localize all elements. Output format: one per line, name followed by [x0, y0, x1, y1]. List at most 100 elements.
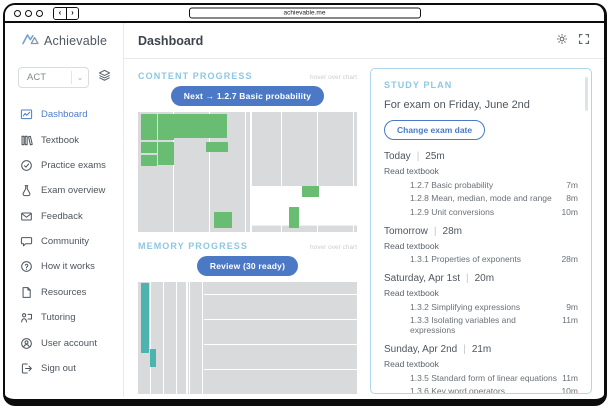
task-row[interactable]: 1.2.7 Basic probability7m — [384, 180, 578, 190]
treemap-cell[interactable] — [150, 349, 156, 367]
day-activity: Read textbook — [384, 241, 578, 251]
day-duration: 25m — [425, 151, 444, 162]
check-circle-icon — [20, 159, 33, 172]
window-control-icon[interactable] — [36, 10, 43, 17]
day-label: Sunday, Apr 2nd — [384, 344, 457, 355]
exam-date-text: For exam on Friday, June 2nd — [384, 99, 578, 111]
next-lesson-button[interactable]: Next → 1.2.7 Basic probability — [171, 86, 324, 106]
day-header: Today|25m — [384, 151, 578, 162]
sidebar: Achievable ACT ⌄ Dashboard Textbook Practi… — [5, 23, 124, 397]
browser-chrome: ‹ › achievable.me — [5, 5, 604, 23]
page-title: Dashboard — [138, 34, 203, 48]
sidebar-item-how-it-works[interactable]: How it works — [5, 254, 123, 279]
treemap-cell[interactable] — [289, 207, 299, 228]
task-row[interactable]: 1.3.5 Standard form of linear equations1… — [384, 373, 578, 383]
back-icon[interactable]: ‹ — [54, 8, 66, 19]
treemap-cell[interactable] — [141, 283, 149, 353]
task-name: 1.3.6 Key word operators — [410, 386, 505, 394]
memory-progress-hint: hover over chart — [310, 244, 357, 251]
memory-progress-treemap[interactable] — [138, 282, 357, 394]
sidebar-item-community[interactable]: Community — [5, 229, 123, 254]
sidebar-item-resources[interactable]: Resources — [5, 280, 123, 305]
sidebar-item-label: Textbook — [41, 135, 79, 146]
memory-progress-title: MEMORY PROGRESS — [138, 241, 248, 251]
day-duration: 21m — [472, 344, 491, 355]
task-time: 10m — [561, 386, 578, 394]
task-time: 10m — [561, 207, 578, 217]
books-icon — [20, 134, 33, 147]
url-bar[interactable]: achievable.me — [189, 8, 421, 19]
treemap-cell[interactable] — [158, 142, 174, 165]
treemap-cell[interactable] — [302, 186, 319, 197]
treemap-cell[interactable] — [158, 114, 174, 140]
task-name: 1.2.8 Mean, median, mode and range — [410, 193, 552, 203]
brand-logo[interactable]: Achievable — [5, 23, 123, 59]
review-button[interactable]: Review (30 ready) — [197, 256, 298, 276]
study-plan-title: STUDY PLAN — [384, 80, 578, 90]
progress-column: CONTENT PROGRESS hover over chart Next →… — [138, 68, 357, 394]
study-plan-day: Saturday, Apr 1st|20mRead textbook1.3.2 … — [384, 273, 578, 335]
scrollbar-thumb[interactable] — [585, 77, 588, 111]
sidebar-item-sign-out[interactable]: Sign out — [5, 356, 123, 381]
task-row[interactable]: 1.3.6 Key word operators 10m — [384, 386, 578, 394]
dashboard-content: CONTENT PROGRESS hover over chart Next →… — [124, 59, 604, 397]
day-label: Saturday, Apr 1st — [384, 273, 460, 284]
task-row[interactable]: 1.2.8 Mean, median, mode and range 8m — [384, 193, 578, 203]
task-row[interactable]: 1.2.9 Unit conversions 10m — [384, 207, 578, 217]
study-plan-panel: STUDY PLAN For exam on Friday, June 2nd … — [370, 68, 592, 394]
task-row[interactable]: 1.3.1 Properties of exponents28m — [384, 254, 578, 264]
treemap-cell[interactable] — [141, 114, 157, 140]
course-select[interactable]: ACT ⌄ — [18, 67, 89, 88]
document-icon — [20, 286, 33, 299]
change-exam-date-button[interactable]: Change exam date — [384, 120, 485, 140]
day-label: Tomorrow — [384, 226, 428, 237]
window-control-icon[interactable] — [25, 10, 32, 17]
app-shell: Achievable ACT ⌄ Dashboard Textbook Practi… — [5, 23, 604, 397]
task-time: 8m — [566, 193, 578, 203]
treemap-cell[interactable] — [141, 142, 157, 153]
task-name: 1.3.3 Isolating variables and expression… — [410, 315, 562, 335]
browser-nav-buttons: ‹ › — [53, 7, 79, 20]
sidebar-item-practice-exams[interactable]: Practice exams — [5, 153, 123, 178]
task-row[interactable]: 1.3.2 Simplifying expressions9m — [384, 302, 578, 312]
sidebar-item-label: User account — [41, 338, 97, 349]
url-text: achievable.me — [284, 10, 326, 17]
sidebar-item-feedback[interactable]: Feedback — [5, 204, 123, 229]
treemap-cell[interactable] — [214, 212, 232, 228]
envelope-icon — [20, 210, 33, 223]
content-progress-treemap[interactable] — [138, 112, 357, 232]
sidebar-item-exam-overview[interactable]: Exam overview — [5, 178, 123, 203]
chevron-down-icon: ⌄ — [72, 73, 88, 82]
flask-icon — [20, 184, 33, 197]
treemap-cell[interactable] — [141, 155, 157, 166]
study-plan-day: Tomorrow|28mRead textbook1.3.1 Propertie… — [384, 226, 578, 265]
task-row[interactable]: 1.3.3 Isolating variables and expression… — [384, 315, 578, 335]
tutor-icon — [20, 311, 33, 324]
layers-icon[interactable] — [98, 69, 111, 87]
treemap-cell[interactable] — [173, 114, 227, 138]
settings-gear-icon[interactable] — [556, 32, 568, 50]
sidebar-item-label: Tutoring — [41, 312, 76, 323]
task-name: 1.2.7 Basic probability — [410, 180, 493, 190]
day-activity: Read textbook — [384, 166, 578, 176]
mountain-logo-icon — [22, 32, 39, 50]
task-name: 1.2.9 Unit conversions — [410, 207, 494, 217]
sidebar-item-textbook[interactable]: Textbook — [5, 127, 123, 152]
treemap-cell[interactable] — [206, 142, 228, 152]
sidebar-item-label: Practice exams — [41, 160, 106, 171]
day-activity: Read textbook — [384, 359, 578, 369]
task-time: 11m — [562, 315, 578, 325]
sidebar-nav: Dashboard Textbook Practice exams Exam over… — [5, 102, 123, 381]
sidebar-item-user-account[interactable]: User account — [5, 330, 123, 355]
day-header: Sunday, Apr 2nd|21m — [384, 344, 578, 355]
forward-icon[interactable]: › — [66, 8, 78, 19]
sidebar-item-dashboard[interactable]: Dashboard — [5, 102, 123, 127]
content-progress-title: CONTENT PROGRESS — [138, 71, 253, 81]
window-control-icon[interactable] — [14, 10, 21, 17]
sidebar-item-label: How it works — [41, 261, 95, 272]
task-name: 1.3.2 Simplifying expressions — [410, 302, 520, 312]
content-progress-hint: hover over chart — [310, 74, 357, 81]
sidebar-item-tutoring[interactable]: Tutoring — [5, 305, 123, 330]
sidebar-item-label: Exam overview — [41, 185, 105, 196]
fullscreen-icon[interactable] — [578, 32, 590, 50]
